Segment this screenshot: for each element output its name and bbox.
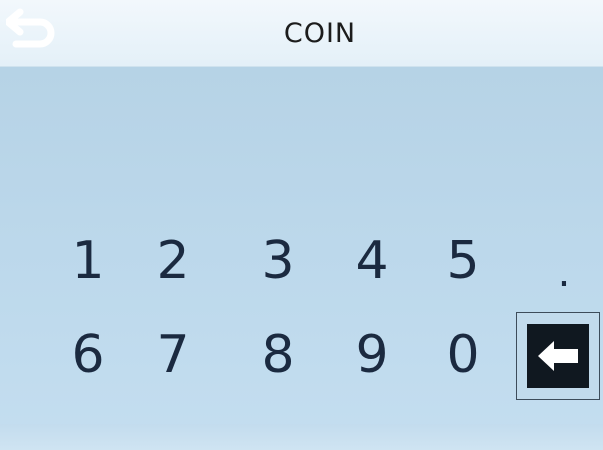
backspace-button[interactable] xyxy=(516,312,600,400)
key-1[interactable]: 1 xyxy=(53,228,123,294)
bottom-strip xyxy=(0,424,603,450)
key-5[interactable]: 5 xyxy=(428,228,498,294)
key-0[interactable]: 0 xyxy=(428,322,498,388)
key-6[interactable]: 6 xyxy=(53,322,123,388)
backspace-key-face xyxy=(527,324,589,388)
key-3[interactable]: 3 xyxy=(243,228,313,294)
key-7[interactable]: 7 xyxy=(138,322,208,388)
coin-entry-screen: COIN 1 2 3 4 5 . 6 7 8 9 0 xyxy=(0,0,603,450)
header-bar: COIN xyxy=(0,0,603,67)
key-8[interactable]: 8 xyxy=(243,322,313,388)
key-2[interactable]: 2 xyxy=(138,228,208,294)
key-4[interactable]: 4 xyxy=(337,228,407,294)
backspace-arrow-icon xyxy=(538,341,578,371)
key-9[interactable]: 9 xyxy=(337,322,407,388)
page-title: COIN xyxy=(283,18,357,49)
key-decimal-point[interactable]: . xyxy=(529,240,599,306)
